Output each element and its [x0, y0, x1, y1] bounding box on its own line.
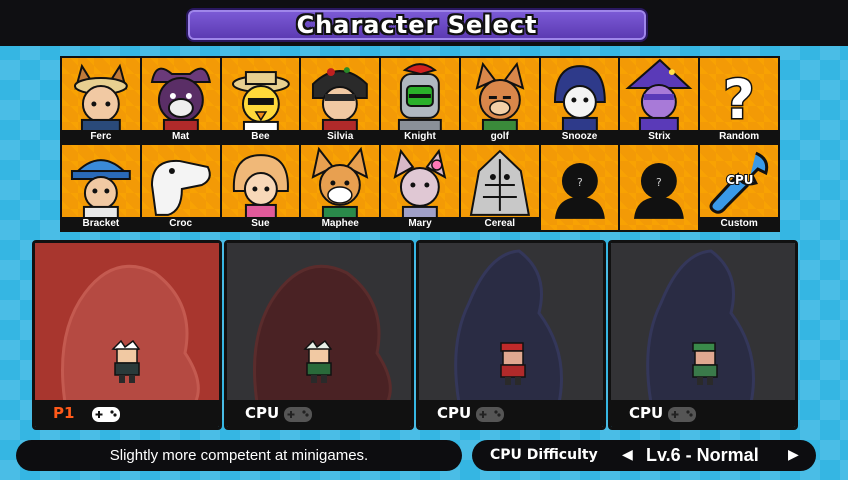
character-tile-mat[interactable]: Mat — [141, 58, 220, 143]
character-silhouette — [61, 264, 200, 405]
cpu-badge: CPU — [726, 173, 753, 187]
sue-portrait-icon — [232, 154, 289, 219]
svg-text:?: ? — [577, 176, 583, 189]
player-panel-cpu-2[interactable]: CPU — [224, 240, 414, 430]
player-footer: P1 — [35, 400, 219, 427]
character-label: Croc — [141, 217, 220, 230]
controller-icon — [284, 407, 312, 422]
character-tile-silvia[interactable]: Silvia — [301, 58, 380, 143]
character-tile-mary[interactable]: Mary — [381, 145, 459, 230]
character-label: Knight — [381, 130, 459, 143]
character-label: Bee — [221, 130, 300, 143]
character-tile-random[interactable]: ? Random — [700, 58, 778, 143]
character-tile-golf[interactable]: golf — [460, 58, 539, 143]
controller-icon — [476, 407, 504, 422]
maphee-portrait-icon — [311, 146, 369, 219]
difficulty-description: Slightly more competent at minigames. — [109, 447, 369, 464]
cpu-wrench-icon: CPU — [709, 151, 769, 214]
ferc-portrait-icon — [73, 63, 128, 132]
player-footer: CPU — [227, 400, 411, 427]
player-footer: CPU — [419, 400, 603, 427]
character-tile-locked[interactable]: ? — [620, 145, 699, 230]
character-label: Ferc — [62, 130, 140, 143]
player-panels: P1 CPU CPU CPU — [32, 240, 800, 430]
player-footer: CPU — [611, 400, 795, 427]
player-panel-cpu-4[interactable]: CPU — [608, 240, 798, 430]
controller-icon — [668, 407, 696, 422]
strix-portrait-icon — [625, 58, 693, 132]
character-tile-locked[interactable]: ? — [540, 145, 619, 230]
character-tile-custom[interactable]: CPU Custom — [700, 145, 778, 230]
croc-portrait-icon — [150, 159, 211, 216]
svg-text:?: ? — [656, 176, 662, 189]
character-tile-bracket[interactable]: Bracket — [62, 145, 140, 230]
mary-portrait-icon — [393, 148, 447, 219]
character-grid: Ferc Mat Bee Silvia Knight golf Snooze S… — [60, 56, 780, 232]
character-label: Strix — [620, 130, 699, 143]
player-stage — [611, 243, 795, 405]
description-box: Slightly more competent at minigames. — [16, 440, 462, 471]
character-silhouette — [253, 264, 392, 405]
title-plate: Character Select — [186, 8, 648, 42]
character-label: Maphee — [301, 217, 380, 230]
character-tile-strix[interactable]: Strix — [620, 58, 699, 143]
player-stage — [35, 243, 219, 405]
svg-text:?: ? — [723, 68, 754, 131]
player-panel-p1[interactable]: P1 — [32, 240, 222, 430]
player-stage — [227, 243, 411, 405]
character-tile-ferc[interactable]: Ferc — [62, 58, 140, 143]
character-silhouette — [646, 249, 755, 405]
bee-portrait-icon — [231, 71, 290, 132]
mat-portrait-icon — [150, 67, 211, 132]
player-tag: CPU — [245, 404, 280, 422]
character-tile-maphee[interactable]: Maphee — [301, 145, 380, 230]
bracket-portrait-icon — [70, 159, 131, 219]
character-tile-snooze[interactable]: Snooze — [540, 58, 619, 143]
cereal-portrait-icon — [469, 149, 530, 216]
difficulty-label: CPU Difficulty — [490, 447, 598, 463]
golf-portrait-icon — [475, 61, 525, 132]
character-label: Bracket — [62, 217, 140, 230]
character-tile-croc[interactable]: Croc — [141, 145, 220, 230]
difficulty-value[interactable]: Lv.6 - Normal — [646, 440, 759, 471]
difficulty-right-arrow-icon[interactable]: ▶ — [788, 440, 799, 471]
character-label: Cereal — [460, 217, 539, 230]
page-title: Character Select — [296, 11, 538, 39]
silvia-portrait-icon — [312, 67, 369, 132]
controller-icon — [92, 407, 120, 422]
character-tile-cereal[interactable]: Cereal — [460, 145, 539, 230]
character-label: Random — [700, 130, 778, 143]
locked-silhouette-icon: ? — [634, 163, 685, 219]
difficulty-left-arrow-icon[interactable]: ◀ — [622, 440, 633, 471]
snooze-portrait-icon — [553, 65, 606, 132]
character-label: golf — [460, 130, 539, 143]
player-tag: CPU — [629, 404, 664, 422]
character-tile-sue[interactable]: Sue — [221, 145, 300, 230]
character-label: Mary — [381, 217, 459, 230]
character-label: Mat — [141, 130, 220, 143]
character-label: Silvia — [301, 130, 380, 143]
locked-silhouette-icon: ? — [554, 163, 605, 219]
character-label: Custom — [700, 217, 778, 230]
player-tag: P1 — [53, 404, 75, 422]
difficulty-selector: CPU Difficulty ◀ Lv.6 - Normal ▶ — [472, 440, 816, 471]
player-tag: CPU — [437, 404, 472, 422]
character-label: Snooze — [540, 130, 619, 143]
player-stage — [419, 243, 603, 405]
knight-portrait-icon — [398, 63, 442, 132]
character-label: Sue — [221, 217, 300, 230]
player-panel-cpu-3[interactable]: CPU — [416, 240, 606, 430]
character-tile-bee[interactable]: Bee — [221, 58, 300, 143]
question-mark-icon: ? — [722, 66, 756, 132]
character-tile-knight[interactable]: Knight — [381, 58, 459, 143]
character-silhouette — [454, 249, 563, 405]
